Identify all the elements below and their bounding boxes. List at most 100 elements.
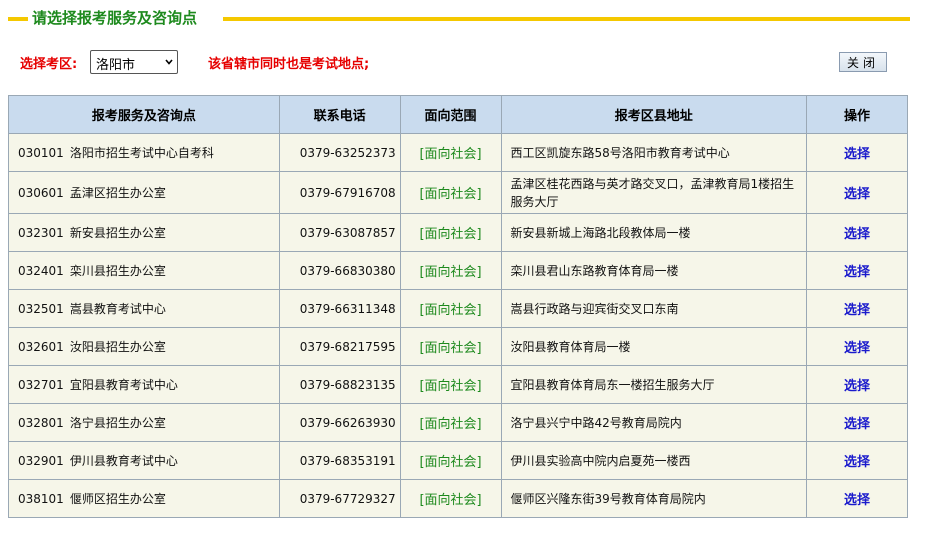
scope-cell: [面向社会] (399, 133, 502, 172)
table-row: 030601 孟津区招生办公室 0379-67916708 [面向社会] 孟津区桂… (8, 171, 908, 214)
scope-cell: [面向社会] (399, 403, 502, 442)
address-cell: 汝阳县教育体育局一楼 (500, 327, 808, 366)
address-cell: 嵩县行政路与迎宾街交叉口东南 (500, 289, 808, 328)
region-label: 选择考区: (20, 57, 78, 72)
scope-cell: [面向社会] (399, 327, 502, 366)
action-cell: 选择 (806, 171, 908, 214)
select-link[interactable]: 选择 (844, 341, 870, 356)
table-row: 038101 偃师区招生办公室 0379-67729327 [面向社会] 偃师区兴… (8, 479, 908, 518)
select-link[interactable]: 选择 (844, 455, 870, 470)
point-code: 032301 (18, 226, 64, 240)
point-name: 洛阳市招生考试中心自考科 (69, 146, 214, 160)
phone-cell: 0379-67729327 (278, 479, 401, 518)
action-cell: 选择 (806, 289, 908, 328)
select-link[interactable]: 选择 (844, 265, 870, 280)
action-cell: 选择 (806, 327, 908, 366)
chevron-down-icon (165, 59, 173, 65)
page: 请选择报考服务及咨询点 选择考区: 洛阳市 该省辖市同时也是考试地点; 关闭 报… (0, 0, 926, 536)
page-title: 请选择报考服务及咨询点 (32, 9, 198, 27)
point-name: 栾川县招生办公室 (69, 264, 166, 278)
point-name: 汝阳县招生办公室 (69, 340, 166, 354)
point-code: 038101 (18, 492, 64, 506)
table-row: 032601 汝阳县招生办公室 0379-68217595 [面向社会] 汝阳县教… (8, 327, 908, 366)
point-cell: 030101 洛阳市招生考试中心自考科 (8, 133, 280, 172)
select-link[interactable]: 选择 (844, 187, 870, 202)
point-cell: 032501 嵩县教育考试中心 (8, 289, 280, 328)
column-header-address: 报考区县地址 (500, 95, 808, 134)
action-cell: 选择 (806, 403, 908, 442)
region-notice: 该省辖市同时也是考试地点; (208, 57, 370, 72)
phone-cell: 0379-63087857 (278, 213, 401, 252)
point-cell: 032601 汝阳县招生办公室 (8, 327, 280, 366)
point-code: 032901 (18, 454, 64, 468)
title-bar: 请选择报考服务及咨询点 (8, 8, 910, 28)
point-name: 嵩县教育考试中心 (69, 302, 166, 316)
phone-cell: 0379-68353191 (278, 441, 401, 480)
scope-cell: [面向社会] (399, 289, 502, 328)
column-header-action: 操作 (806, 95, 908, 134)
point-cell: 032801 洛宁县招生办公室 (8, 403, 280, 442)
region-select[interactable]: 洛阳市 (90, 50, 178, 74)
action-cell: 选择 (806, 251, 908, 290)
point-code: 032401 (18, 264, 64, 278)
select-link[interactable]: 选择 (844, 147, 870, 162)
phone-cell: 0379-66830380 (278, 251, 401, 290)
phone-cell: 0379-67916708 (278, 171, 401, 214)
point-code: 032801 (18, 416, 64, 430)
phone-cell: 0379-68217595 (278, 327, 401, 366)
point-cell: 032901 伊川县教育考试中心 (8, 441, 280, 480)
phone-cell: 0379-66263930 (278, 403, 401, 442)
scope-cell: [面向社会] (399, 213, 502, 252)
select-link[interactable]: 选择 (844, 303, 870, 318)
point-code: 030101 (18, 146, 64, 160)
scope-cell: [面向社会] (399, 171, 502, 214)
table-row: 032801 洛宁县招生办公室 0379-66263930 [面向社会] 洛宁县兴… (8, 403, 908, 442)
address-cell: 栾川县君山东路教育体育局一楼 (500, 251, 808, 290)
column-header-point: 报考服务及咨询点 (8, 95, 280, 134)
phone-cell: 0379-66311348 (278, 289, 401, 328)
point-name: 伊川县教育考试中心 (69, 454, 178, 468)
scope-cell: [面向社会] (399, 441, 502, 480)
table-row: 032401 栾川县招生办公室 0379-66830380 [面向社会] 栾川县君… (8, 251, 908, 290)
table-row: 032301 新安县招生办公室 0379-63087857 [面向社会] 新安县新… (8, 213, 908, 252)
point-code: 032701 (18, 378, 64, 392)
action-cell: 选择 (806, 441, 908, 480)
point-name: 宜阳县教育考试中心 (69, 378, 178, 392)
phone-cell: 0379-63252373 (278, 133, 401, 172)
point-name: 偃师区招生办公室 (69, 492, 166, 506)
address-cell: 偃师区兴隆东街39号教育体育局院内 (500, 479, 808, 518)
table-row: 032701 宜阳县教育考试中心 0379-68823135 [面向社会] 宜阳县… (8, 365, 908, 404)
point-code: 032501 (18, 302, 64, 316)
point-name: 孟津区招生办公室 (69, 186, 166, 200)
address-cell: 西工区凯旋东路58号洛阳市教育考试中心 (500, 133, 808, 172)
select-link[interactable]: 选择 (844, 493, 870, 508)
select-link[interactable]: 选择 (844, 417, 870, 432)
table-row: 030101 洛阳市招生考试中心自考科 0379-63252373 [面向社会] … (8, 133, 908, 172)
point-name: 新安县招生办公室 (69, 226, 166, 240)
title-line-right (223, 17, 910, 21)
point-cell: 032401 栾川县招生办公室 (8, 251, 280, 290)
select-link[interactable]: 选择 (844, 379, 870, 394)
phone-cell: 0379-68823135 (278, 365, 401, 404)
address-cell: 洛宁县兴宁中路42号教育局院内 (500, 403, 808, 442)
point-cell: 038101 偃师区招生办公室 (8, 479, 280, 518)
column-header-phone: 联系电话 (278, 95, 401, 134)
table-row: 032901 伊川县教育考试中心 0379-68353191 [面向社会] 伊川县… (8, 441, 908, 480)
controls-row: 选择考区: 洛阳市 该省辖市同时也是考试地点; 关闭 (20, 50, 900, 76)
point-code: 030601 (18, 186, 64, 200)
action-cell: 选择 (806, 133, 908, 172)
point-cell: 032301 新安县招生办公室 (8, 213, 280, 252)
close-button[interactable]: 关闭 (839, 52, 887, 72)
action-cell: 选择 (806, 365, 908, 404)
action-cell: 选择 (806, 213, 908, 252)
address-cell: 新安县新城上海路北段教体局一楼 (500, 213, 808, 252)
address-cell: 伊川县实验高中院内启夏苑一楼西 (500, 441, 808, 480)
point-cell: 032701 宜阳县教育考试中心 (8, 365, 280, 404)
scope-cell: [面向社会] (399, 251, 502, 290)
point-code: 032601 (18, 340, 64, 354)
service-point-table: 报考服务及咨询点 联系电话 面向范围 报考区县地址 操作 030101 洛阳市招生… (8, 95, 908, 518)
title-line-left (8, 17, 28, 21)
select-link[interactable]: 选择 (844, 227, 870, 242)
scope-cell: [面向社会] (399, 365, 502, 404)
table-header-row: 报考服务及咨询点 联系电话 面向范围 报考区县地址 操作 (8, 95, 908, 134)
